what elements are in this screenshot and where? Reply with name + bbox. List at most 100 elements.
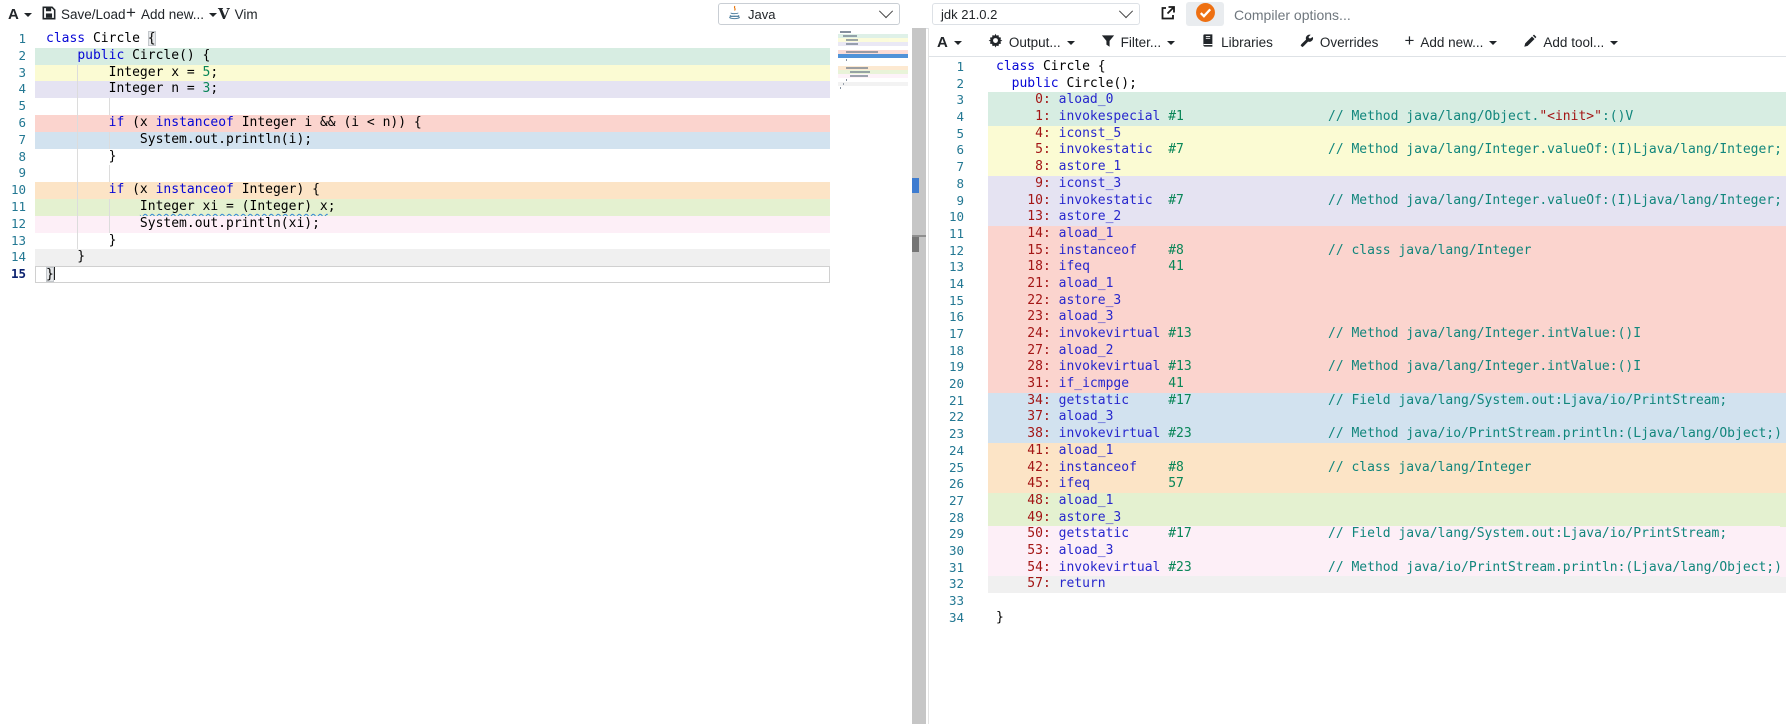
compilation-status-button[interactable] bbox=[1186, 2, 1224, 26]
scrollbar-thumb[interactable] bbox=[912, 237, 919, 252]
bytecode-line-content[interactable]: 49: astore_3 bbox=[988, 510, 1786, 527]
bytecode-line[interactable]: 15 22: astore_3 bbox=[929, 293, 1786, 310]
source-line[interactable]: 5 bbox=[0, 98, 912, 115]
bytecode-line[interactable]: 10 13: astore_2 bbox=[929, 209, 1786, 226]
source-line-content[interactable]: } bbox=[35, 266, 830, 283]
source-line-content[interactable] bbox=[35, 165, 830, 182]
source-line-content[interactable]: } bbox=[35, 249, 830, 266]
output-font-menu-button[interactable]: A bbox=[937, 34, 962, 51]
source-line[interactable]: 13 } bbox=[0, 233, 912, 250]
bytecode-line-content[interactable]: 53: aload_3 bbox=[988, 543, 1786, 560]
source-line[interactable]: 8 } bbox=[0, 149, 912, 166]
source-line[interactable]: 2 public Circle() { bbox=[0, 48, 912, 65]
bytecode-line[interactable]: 30 53: aload_3 bbox=[929, 543, 1786, 560]
bytecode-line[interactable]: 33 bbox=[929, 593, 1786, 610]
bytecode-line[interactable]: 8 9: iconst_3 bbox=[929, 176, 1786, 193]
libraries-button[interactable]: Libraries bbox=[1201, 33, 1273, 51]
source-line[interactable]: 14 } bbox=[0, 249, 912, 266]
bytecode-line[interactable]: 11 14: aload_1 bbox=[929, 226, 1786, 243]
bytecode-line[interactable]: 31 54: invokevirtual #23// Method java/i… bbox=[929, 560, 1786, 577]
bytecode-line[interactable]: 25 42: instanceof #8// class java/lang/I… bbox=[929, 460, 1786, 477]
open-compiler-site-button[interactable] bbox=[1156, 2, 1180, 26]
source-line[interactable]: 10 if (x instanceof Integer) { bbox=[0, 182, 912, 199]
bytecode-line[interactable]: 20 31: if_icmpge 41 bbox=[929, 376, 1786, 393]
bytecode-line-content[interactable]: 4: iconst_5 bbox=[988, 126, 1786, 143]
bytecode-line-content[interactable]: 42: instanceof #8// class java/lang/Inte… bbox=[988, 460, 1786, 477]
source-line-content[interactable]: System.out.println(xi); bbox=[35, 216, 830, 233]
bytecode-line-content[interactable]: 10: invokestatic #7// Method java/lang/I… bbox=[988, 193, 1786, 210]
source-line[interactable]: 9 bbox=[0, 165, 912, 182]
bytecode-line[interactable]: 23 38: invokevirtual #23// Method java/i… bbox=[929, 426, 1786, 443]
source-line-content[interactable]: Integer n = 3; bbox=[35, 81, 830, 98]
bytecode-line[interactable]: 24 41: aload_1 bbox=[929, 443, 1786, 460]
bytecode-line-content[interactable]: 41: aload_1 bbox=[988, 443, 1786, 460]
source-line[interactable]: 1class Circle { bbox=[0, 31, 912, 48]
bytecode-line-content[interactable]: 8: astore_1 bbox=[988, 159, 1786, 176]
source-line[interactable]: 3 Integer x = 5; bbox=[0, 65, 912, 82]
source-line-content[interactable]: if (x instanceof Integer) { bbox=[35, 182, 830, 199]
source-line-content[interactable]: System.out.println(i); bbox=[35, 132, 830, 149]
bytecode-line-content[interactable]: 57: return bbox=[988, 576, 1786, 593]
bytecode-line[interactable]: 12 15: instanceof #8// class java/lang/I… bbox=[929, 243, 1786, 260]
bytecode-line[interactable]: 9 10: invokestatic #7// Method java/lang… bbox=[929, 193, 1786, 210]
source-line[interactable]: 4 Integer n = 3; bbox=[0, 81, 912, 98]
editor-font-menu-button[interactable]: A bbox=[8, 0, 32, 28]
bytecode-line-content[interactable]: } bbox=[988, 610, 1786, 627]
source-line-content[interactable]: Integer xi = (Integer) x; bbox=[35, 199, 830, 216]
bytecode-line-content[interactable]: 18: ifeq 41 bbox=[988, 259, 1786, 276]
bytecode-line[interactable]: 1class Circle { bbox=[929, 59, 1786, 76]
bytecode-line-content[interactable]: 45: ifeq 57 bbox=[988, 476, 1786, 493]
source-line-content[interactable]: } bbox=[35, 233, 830, 250]
vim-toggle-button[interactable]: V Vim bbox=[218, 0, 258, 28]
bytecode-line[interactable]: 13 18: ifeq 41 bbox=[929, 259, 1786, 276]
editor-add-new-button[interactable]: + Add new... bbox=[126, 0, 217, 28]
bytecode-line[interactable]: 17 24: invokevirtual #13// Method java/l… bbox=[929, 326, 1786, 343]
bytecode-line-content[interactable]: 34: getstatic #17// Field java/lang/Syst… bbox=[988, 393, 1786, 410]
source-line-content[interactable]: if (x instanceof Integer i && (i < n)) { bbox=[35, 115, 830, 132]
bytecode-line[interactable]: 18 27: aload_2 bbox=[929, 343, 1786, 360]
bytecode-line-content[interactable]: 15: instanceof #8// class java/lang/Inte… bbox=[988, 243, 1786, 260]
bytecode-line[interactable]: 22 37: aload_3 bbox=[929, 409, 1786, 426]
bytecode-line[interactable]: 6 5: invokestatic #7// Method java/lang/… bbox=[929, 142, 1786, 159]
bytecode-line[interactable]: 3 0: aload_0 bbox=[929, 92, 1786, 109]
compiler-options-input[interactable] bbox=[1232, 2, 1778, 28]
add-tool-button[interactable]: Add tool... bbox=[1523, 34, 1618, 51]
overrides-button[interactable]: Overrides bbox=[1299, 33, 1379, 51]
bytecode-line-content[interactable]: 28: invokevirtual #13// Method java/lang… bbox=[988, 359, 1786, 376]
language-select[interactable]: Java bbox=[718, 3, 900, 25]
output-button[interactable]: Output... bbox=[988, 33, 1075, 51]
bytecode-line-content[interactable] bbox=[988, 593, 1786, 610]
bytecode-line[interactable]: 29 50: getstatic #17// Field java/lang/S… bbox=[929, 526, 1786, 543]
bytecode-line-content[interactable]: 37: aload_3 bbox=[988, 409, 1786, 426]
source-line-content[interactable] bbox=[35, 98, 830, 115]
bytecode-line-content[interactable]: 5: invokestatic #7// Method java/lang/In… bbox=[988, 142, 1786, 159]
bytecode-line-content[interactable]: 13: astore_2 bbox=[988, 209, 1786, 226]
bytecode-line-content[interactable]: 54: invokevirtual #23// Method java/io/P… bbox=[988, 560, 1786, 577]
source-line[interactable]: 11 Integer xi = (Integer) x; bbox=[0, 199, 912, 216]
bytecode-line[interactable]: 7 8: astore_1 bbox=[929, 159, 1786, 176]
bytecode-line[interactable]: 14 21: aload_1 bbox=[929, 276, 1786, 293]
bytecode-line[interactable]: 32 57: return bbox=[929, 576, 1786, 593]
bytecode-line-content[interactable]: public Circle(); bbox=[988, 76, 1786, 93]
bytecode-line-content[interactable]: 50: getstatic #17// Field java/lang/Syst… bbox=[988, 526, 1786, 543]
bytecode-line-content[interactable]: 23: aload_3 bbox=[988, 309, 1786, 326]
bytecode-line-content[interactable]: class Circle { bbox=[988, 59, 1786, 76]
bytecode-line[interactable]: 16 23: aload_3 bbox=[929, 309, 1786, 326]
output-add-new-button[interactable]: + Add new... bbox=[1404, 33, 1497, 51]
minimap[interactable] bbox=[838, 30, 908, 100]
bytecode-line-content[interactable]: 9: iconst_3 bbox=[988, 176, 1786, 193]
bytecode-line-content[interactable]: 24: invokevirtual #13// Method java/lang… bbox=[988, 326, 1786, 343]
bytecode-line[interactable]: 2 public Circle(); bbox=[929, 76, 1786, 93]
source-line-content[interactable]: public Circle() { bbox=[35, 48, 830, 65]
pane-splitter[interactable] bbox=[912, 28, 926, 724]
source-line[interactable]: 6 if (x instanceof Integer i && (i < n))… bbox=[0, 115, 912, 132]
save-load-button[interactable]: Save/Load bbox=[42, 0, 126, 28]
source-line-content[interactable]: Integer x = 5; bbox=[35, 65, 830, 82]
source-line[interactable]: 15} bbox=[0, 266, 912, 283]
source-line[interactable]: 12 System.out.println(xi); bbox=[0, 216, 912, 233]
bytecode-line-content[interactable]: 38: invokevirtual #23// Method java/io/P… bbox=[988, 426, 1786, 443]
source-editor[interactable]: 1class Circle {2 public Circle() {3 Inte… bbox=[0, 28, 912, 724]
bytecode-line[interactable]: 27 48: aload_1 bbox=[929, 493, 1786, 510]
bytecode-line[interactable]: 5 4: iconst_5 bbox=[929, 126, 1786, 143]
bytecode-line-content[interactable]: 48: aload_1 bbox=[988, 493, 1786, 510]
